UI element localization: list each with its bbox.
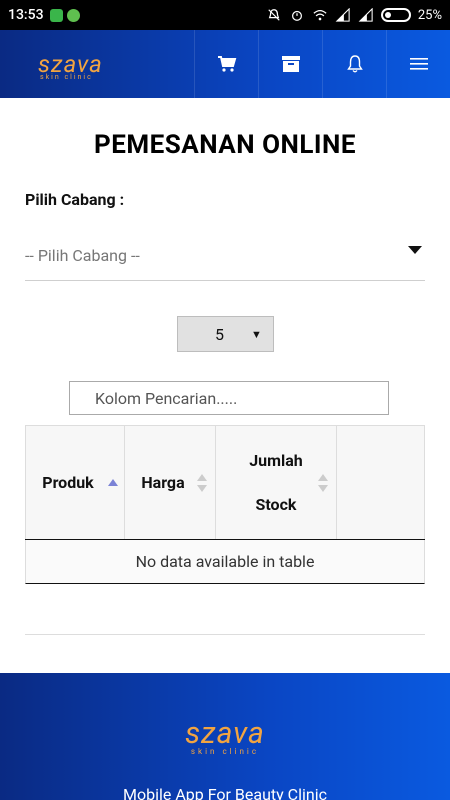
page-size-select[interactable]: 5 ▼: [177, 316, 274, 352]
status-bar: 13:53 25%: [0, 0, 450, 30]
sort-icon: [197, 473, 207, 492]
dropdown-arrow-icon: ▼: [251, 327, 262, 341]
page-size-value: 5: [215, 324, 224, 344]
branch-select-value: -- Pilih Cabang --: [25, 246, 140, 265]
column-header-extra: [337, 426, 425, 539]
menu-icon: [409, 58, 428, 70]
column-label-produk: Produk: [42, 473, 94, 492]
column-label-stock: Jumlah Stock: [249, 450, 303, 514]
table-header: Produk Harga Jumlah Stock: [25, 426, 425, 540]
branch-label: Pilih Cabang :: [25, 190, 125, 209]
alarm-icon: [291, 10, 302, 21]
brand-logo[interactable]: szava skin clinic: [38, 52, 103, 81]
column-header-stock[interactable]: Jumlah Stock: [216, 426, 337, 539]
wifi-icon: [313, 9, 327, 21]
signal-icon-2: [358, 8, 373, 22]
column-header-harga[interactable]: Harga: [125, 426, 216, 539]
header-nav: [194, 30, 450, 98]
footer-brand: szava: [185, 716, 265, 751]
page-title: PEMESANAN ONLINE: [93, 130, 356, 160]
archive-button[interactable]: [258, 30, 322, 98]
cart-button[interactable]: [194, 30, 258, 98]
status-time: 13:53: [8, 7, 44, 23]
sort-icon: [318, 473, 328, 492]
column-label-harga: Harga: [141, 473, 185, 492]
footer-brand-sub: skin clinic: [190, 747, 260, 756]
archive-icon: [281, 56, 300, 72]
brand-sub: skin clinic: [40, 73, 93, 81]
sort-asc-icon: [108, 478, 118, 487]
footer-tagline: Mobile App For Beauty Clinic: [123, 785, 327, 800]
caret-down-icon: [408, 246, 422, 254]
battery-percent: 25%: [417, 7, 442, 23]
empty-message: No data available in table: [135, 552, 315, 571]
bell-icon: [346, 55, 363, 73]
battery-icon: [380, 8, 411, 22]
menu-button[interactable]: [386, 30, 450, 98]
divider: [25, 634, 425, 635]
product-table: Produk Harga Jumlah Stock No data availa…: [25, 425, 425, 584]
app-header: szava skin clinic: [0, 30, 450, 98]
whatsapp-icon: [49, 8, 63, 22]
notification-button[interactable]: [322, 30, 386, 98]
app-notification-icon: [66, 8, 80, 22]
mute-icon: [268, 9, 280, 21]
search-input[interactable]: [70, 388, 388, 408]
search-box: [69, 381, 389, 415]
branch-select[interactable]: -- Pilih Cabang --: [25, 234, 425, 281]
column-header-produk[interactable]: Produk: [25, 426, 125, 539]
table-empty-row: No data available in table: [25, 540, 425, 584]
signal-icon: [335, 8, 350, 22]
cart-icon: [217, 56, 236, 72]
app-footer: szava skin clinic Mobile App For Beauty …: [0, 673, 450, 800]
